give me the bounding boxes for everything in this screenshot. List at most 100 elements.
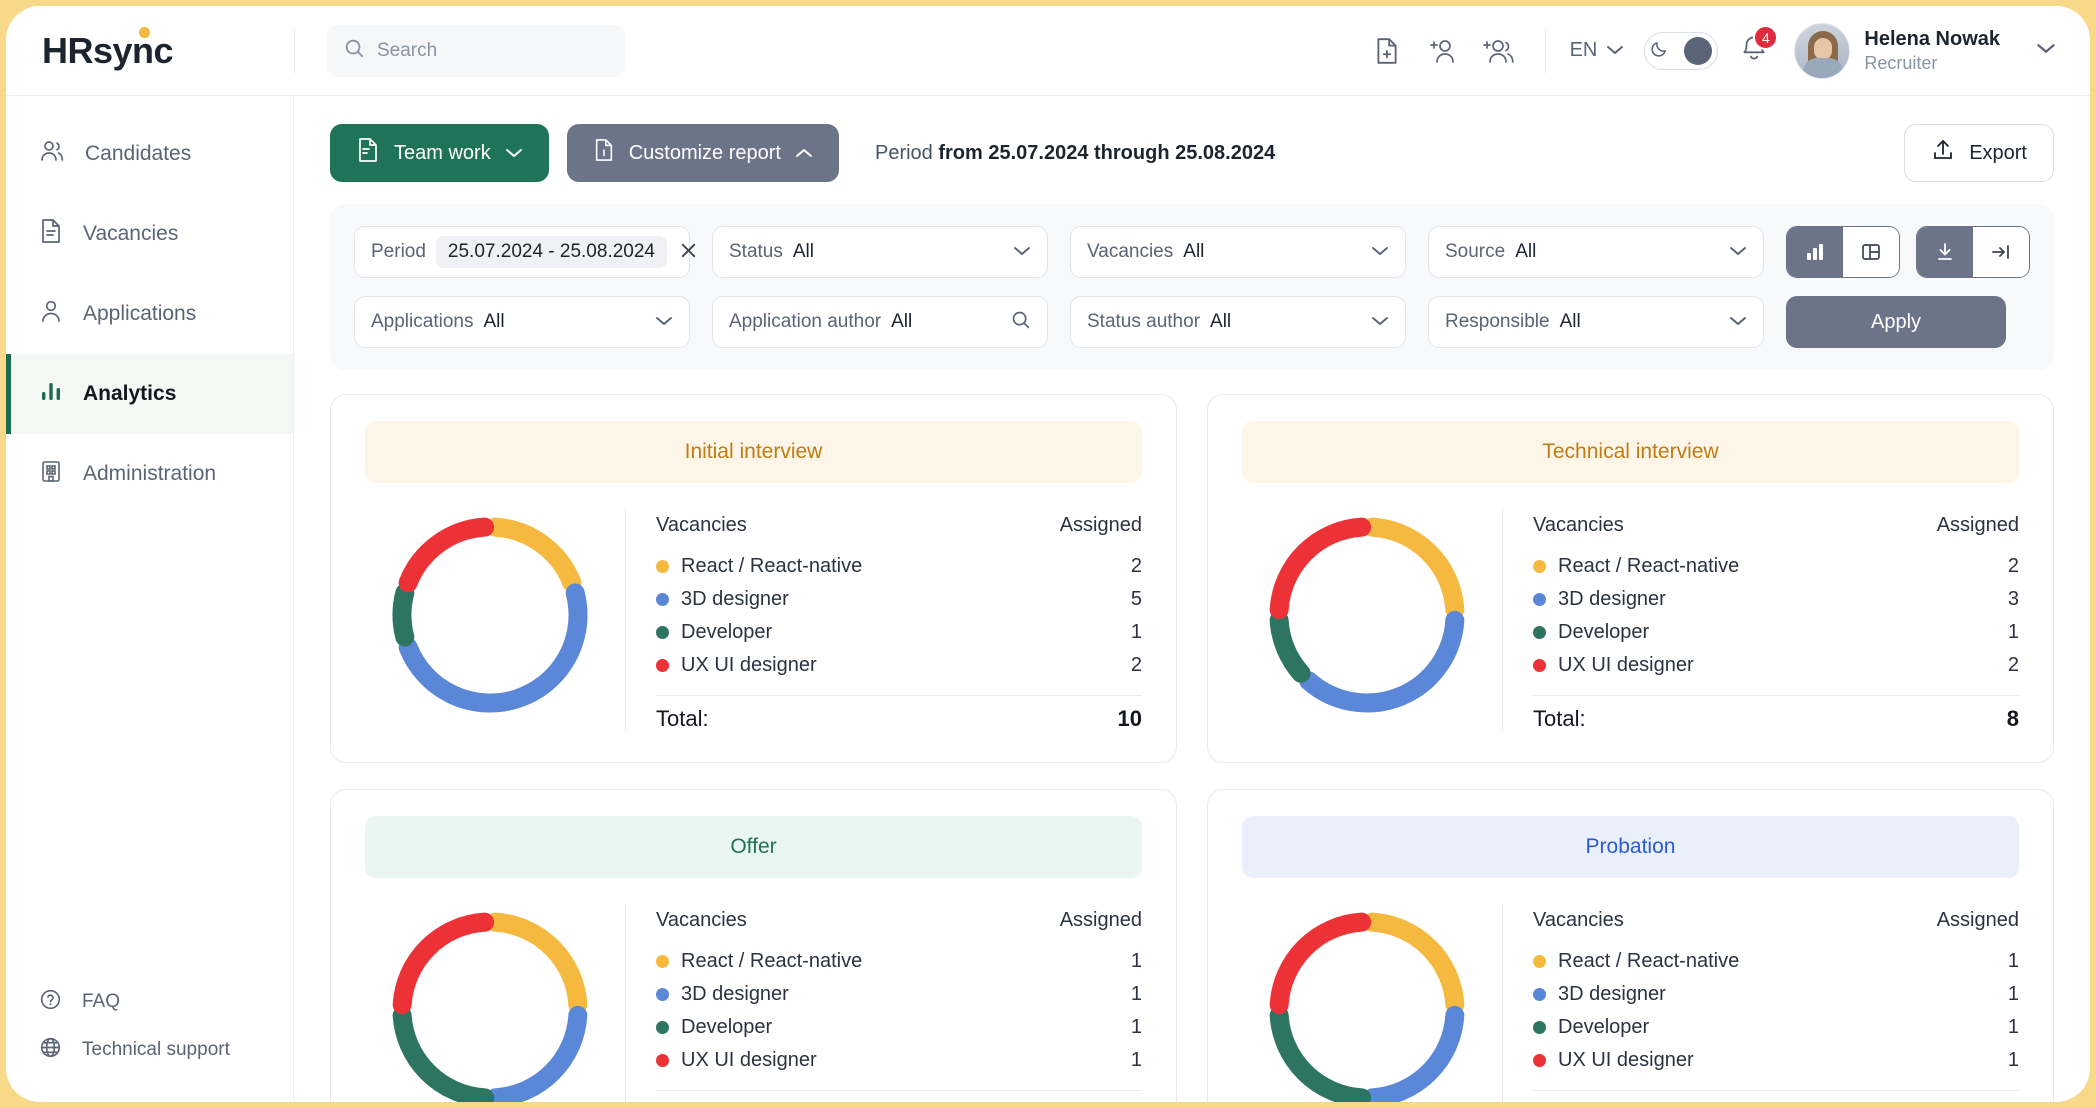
card-body: Vacancies Assigned React / React-native 2 3D… <box>365 509 1142 732</box>
donut-chart <box>1269 517 1465 713</box>
export-button[interactable]: Export <box>1904 124 2054 182</box>
legend-value: 2 <box>2007 654 2019 676</box>
chevron-down-icon <box>2036 42 2056 60</box>
language-selector[interactable]: EN <box>1564 39 1631 62</box>
status-author-filter[interactable]: Status author All <box>1070 296 1406 348</box>
card-title: Probation <box>1585 835 1676 858</box>
period-filter[interactable]: Period 25.07.2024 - 25.08.2024 <box>354 226 696 278</box>
card-body: Vacancies Assigned React / React-native 1 3D… <box>365 904 1142 1102</box>
vacancies-filter[interactable]: Vacancies All <box>1070 226 1406 278</box>
legend-value: 2 <box>2007 555 2019 577</box>
report-card: Probation Vacancies Assigned React / React-… <box>1207 789 2054 1102</box>
source-filter-value: All <box>1515 241 1537 262</box>
legend-separator <box>656 695 1142 696</box>
sidebar-item-vacancies[interactable]: Vacancies <box>6 194 293 274</box>
legend-separator <box>1533 1090 2019 1091</box>
legend-color-icon <box>656 1054 669 1067</box>
column-header-assigned: Assigned <box>1059 514 1142 536</box>
donut-wrap <box>1242 509 1492 715</box>
legend-header: Vacancies Assigned <box>656 509 1142 542</box>
notifications-button[interactable]: 4 <box>1740 25 1779 68</box>
sidebar-item-applications[interactable]: Applications <box>6 274 293 354</box>
dark-mode-toggle[interactable] <box>1644 31 1719 70</box>
customize-report-label: Customize report <box>628 141 781 164</box>
app-logo[interactable]: HRsync <box>42 26 174 69</box>
total-label: Total: <box>1533 1101 1586 1102</box>
sidebar-item-candidates[interactable]: Candidates <box>6 114 293 194</box>
vacancies-filter-value: All <box>1183 241 1205 262</box>
legend-row: UX UI designer 1 <box>656 1044 1142 1077</box>
customize-report-button[interactable]: Customize report <box>566 124 839 182</box>
user-name: Helena Nowak <box>1864 27 2000 50</box>
legend-color-icon <box>656 593 669 606</box>
source-filter[interactable]: Source All <box>1428 226 1764 278</box>
app-window: HRsync Search EN 4 Helena Nowak Recruite… <box>6 6 2090 1102</box>
building-icon <box>39 459 63 490</box>
legend-table: Vacancies Assigned React / React-native 1 3D… <box>625 904 1142 1102</box>
export-label: Export <box>1969 141 2027 164</box>
sidebar-nav: Candidates Vacancies Applications Analytics… <box>6 114 293 514</box>
table-view-button[interactable] <box>1843 227 1899 277</box>
responsible-filter[interactable]: Responsible All <box>1428 296 1764 348</box>
apply-button[interactable]: Apply <box>1786 296 2006 348</box>
responsible-filter-label: Responsible <box>1445 311 1550 332</box>
legend-header: Vacancies Assigned <box>1533 509 2019 542</box>
responsible-filter-value: All <box>1559 311 1581 332</box>
application-author-filter-value: All <box>891 311 913 332</box>
search-input[interactable]: Search <box>327 24 625 77</box>
legend-label: UX UI designer <box>1533 654 1694 677</box>
legend-row: React / React-native 1 <box>656 945 1142 978</box>
legend-color-icon <box>656 560 669 573</box>
team-work-button[interactable]: Team work <box>330 124 549 182</box>
users-icon <box>39 138 65 170</box>
legend-table: Vacancies Assigned React / React-native 2 3D… <box>625 509 1142 732</box>
sidebar-item-administration[interactable]: Administration <box>6 434 293 514</box>
sidebar-item-faq[interactable]: FAQ <box>6 978 293 1026</box>
main-content: Team work Customize report Period from 2… <box>294 96 2090 1102</box>
report-card: Technical interview Vacancies Assigned Reac… <box>1207 394 2054 763</box>
legend-row: UX UI designer 2 <box>656 649 1142 682</box>
application-author-filter[interactable]: Application author All <box>712 296 1048 348</box>
user-menu[interactable]: Helena Nowak Recruiter <box>1794 22 2056 79</box>
legend-label: Developer <box>1533 621 1649 644</box>
report-card: Initial interview Vacancies Assigned React … <box>330 394 1177 763</box>
column-header-vacancies: Vacancies <box>1533 514 1624 536</box>
legend-value: 2 <box>1130 555 1142 577</box>
add-group-icon[interactable] <box>1471 23 1527 79</box>
legend-label: React / React-native <box>1533 950 1739 973</box>
search-icon[interactable] <box>1010 309 1031 336</box>
legend-color-icon <box>656 955 669 968</box>
legend-row: UX UI designer 2 <box>1533 649 2019 682</box>
clear-period-icon[interactable] <box>677 241 700 264</box>
donut-chart <box>392 912 588 1102</box>
download-button[interactable] <box>1917 227 1973 277</box>
document-icon <box>39 218 63 250</box>
legend-label: 3D designer <box>656 983 789 1006</box>
chart-view-button[interactable] <box>1787 227 1843 277</box>
report-card: Offer Vacancies Assigned React / React-nati… <box>330 789 1177 1102</box>
sidebar-bottom-nav: FAQ Technical support <box>6 978 293 1102</box>
add-user-icon[interactable] <box>1415 23 1471 79</box>
view-toggles <box>1786 226 2030 278</box>
applications-filter[interactable]: Applications All <box>354 296 690 348</box>
legend-row: Developer 1 <box>1533 616 2019 649</box>
sidebar-item-technical-support[interactable]: Technical support <box>6 1026 293 1074</box>
total-row: Total: 4 <box>1533 1101 2019 1102</box>
period-prefix: Period <box>874 141 933 164</box>
legend-value: 1 <box>2007 621 2019 643</box>
legend-row: UX UI designer 1 <box>1533 1044 2019 1077</box>
legend-label: UX UI designer <box>1533 1049 1694 1072</box>
legend-label: Developer <box>656 621 772 644</box>
legend-row: 3D designer 3 <box>1533 583 2019 616</box>
source-filter-label: Source <box>1445 241 1506 262</box>
legend-color-icon <box>656 626 669 639</box>
donut-chart <box>392 517 588 713</box>
header-divider <box>294 28 295 73</box>
sidebar-item-analytics[interactable]: Analytics <box>6 354 293 434</box>
globe-icon <box>39 1036 62 1065</box>
collapse-panel-button[interactable] <box>1973 227 2029 277</box>
status-filter[interactable]: Status All <box>712 226 1048 278</box>
period-filter-label: Period <box>371 241 426 262</box>
add-document-icon[interactable] <box>1359 23 1415 79</box>
bar-chart-icon <box>39 379 63 409</box>
